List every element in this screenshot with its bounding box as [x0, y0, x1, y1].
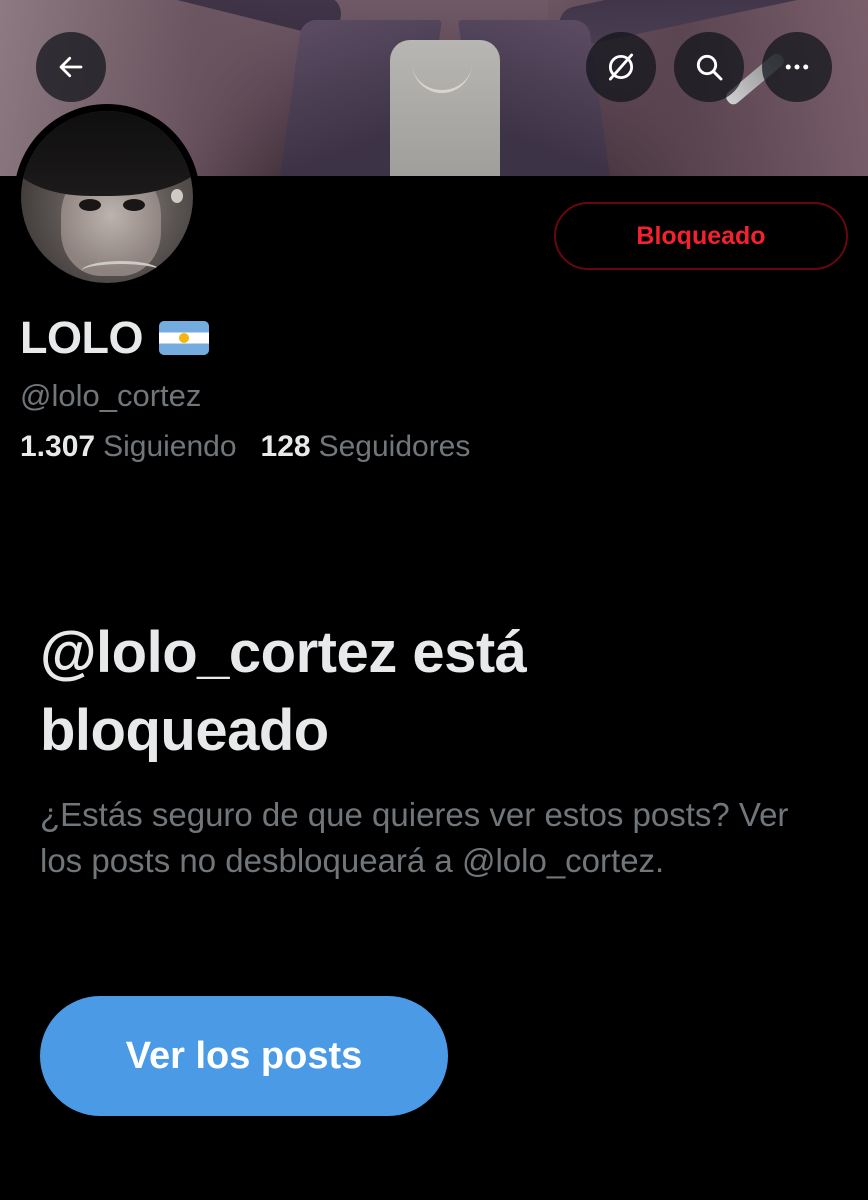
following-label: Siguiendo	[103, 430, 237, 463]
avatar-eye-left	[79, 199, 101, 211]
view-posts-button[interactable]: Ver los posts	[40, 996, 448, 1116]
blocked-button-label: Bloqueado	[636, 221, 766, 250]
profile-name-row: LOLO	[20, 312, 209, 364]
followers-link[interactable]: 128 Seguidores	[261, 430, 471, 464]
view-posts-label: Ver los posts	[125, 1034, 363, 1077]
grok-button[interactable]	[586, 32, 656, 102]
avatar-earring	[171, 189, 183, 203]
search-button[interactable]	[674, 32, 744, 102]
followers-count: 128	[260, 430, 311, 463]
arrow-left-icon	[59, 56, 83, 78]
argentina-flag-icon	[158, 321, 209, 355]
back-button[interactable]	[36, 32, 106, 102]
avatar-image	[21, 111, 193, 283]
flag-sun	[178, 333, 189, 343]
grok-icon	[608, 53, 634, 81]
follow-stats: 1.307 Siguiendo 128 Seguidores	[20, 430, 470, 464]
blocked-button[interactable]: Bloqueado	[554, 202, 848, 270]
more-options-button[interactable]	[762, 32, 832, 102]
following-count: 1.307	[20, 430, 96, 463]
profile-avatar[interactable]	[14, 104, 200, 290]
username-handle: @lolo_cortez	[20, 378, 202, 413]
following-link[interactable]: 1.307 Siguiendo	[20, 430, 237, 464]
avatar-eye-right	[123, 199, 145, 211]
followers-label: Seguidores	[318, 430, 471, 463]
search-icon	[696, 54, 723, 81]
blocked-notice-message: ¿Estás seguro de que quieres ver estos p…	[40, 796, 789, 879]
display-name: LOLO	[20, 312, 143, 363]
avatar-chain	[81, 261, 161, 282]
blocked-notice-title: @lolo_cortez está bloqueado	[40, 620, 527, 763]
avatar-hair	[21, 111, 193, 196]
more-horizontal-icon	[785, 64, 809, 70]
